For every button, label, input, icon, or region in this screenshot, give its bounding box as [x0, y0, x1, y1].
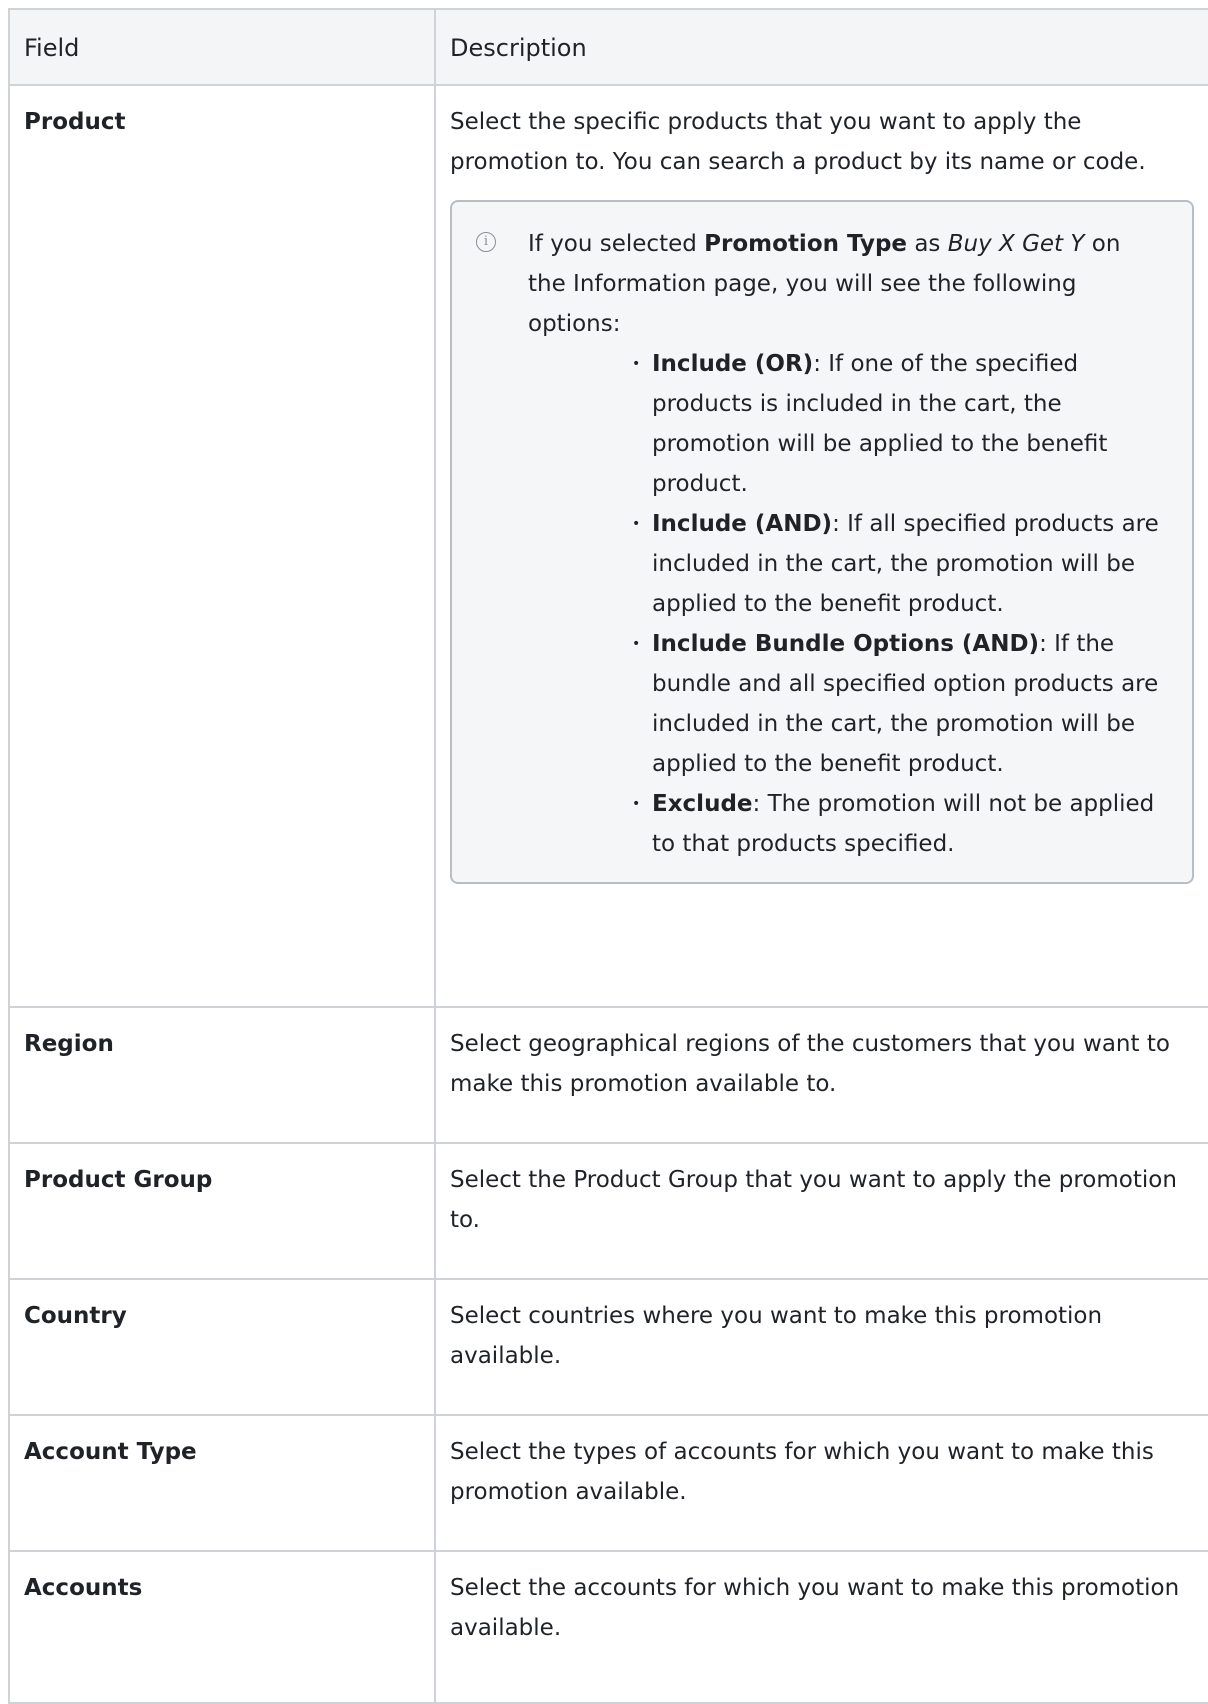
info-circle-icon: i [476, 232, 496, 252]
list-item: Include (OR): If one of the specified pr… [632, 344, 1164, 504]
table-row: Account Type Select the types of account… [8, 1414, 1208, 1552]
note-prefix: If you selected [528, 231, 705, 257]
field-description: Select the accounts for which you want t… [434, 1550, 1208, 1704]
option-term: Include Bundle Options (AND) [652, 631, 1040, 657]
header-field: Field [8, 8, 436, 86]
table-row: Product Group Select the Product Group t… [8, 1142, 1208, 1280]
field-name: Country [8, 1278, 436, 1416]
option-term: Exclude [652, 791, 753, 817]
table-row: Product Select the specific products tha… [8, 84, 1208, 1008]
field-description-table: Field Description Product Select the spe… [8, 8, 1208, 1704]
field-name: Region [8, 1006, 436, 1144]
note-options-list: Include (OR): If one of the specified pr… [528, 344, 1164, 864]
option-term: Include (AND) [652, 511, 833, 537]
field-description: Select the Product Group that you want t… [434, 1142, 1208, 1280]
field-description-cell: Select the specific products that you wa… [434, 84, 1208, 1008]
table-row: Region Select geographical regions of th… [8, 1006, 1208, 1144]
note-italic-term: Buy X Get Y [947, 231, 1085, 257]
field-description: Select geographical regions of the custo… [434, 1006, 1208, 1144]
field-description: Select countries where you want to make … [434, 1278, 1208, 1416]
field-description: Select the types of accounts for which y… [434, 1414, 1208, 1552]
field-name: Account Type [8, 1414, 436, 1552]
field-description: Select the specific products that you wa… [450, 109, 1146, 175]
list-item: Include (AND): If all specified products… [632, 504, 1164, 624]
table-row: Accounts Select the accounts for which y… [8, 1550, 1208, 1704]
note-bold-term: Promotion Type [704, 231, 908, 257]
table-header-row: Field Description [8, 8, 1208, 86]
list-item: Exclude: The promotion will not be appli… [632, 784, 1164, 864]
field-name: Product [8, 84, 436, 1008]
field-name: Accounts [8, 1550, 436, 1704]
info-note-text: If you selected Promotion Type as Buy X … [528, 224, 1164, 864]
note-mid: as [907, 231, 948, 257]
table-row: Country Select countries where you want … [8, 1278, 1208, 1416]
option-term: Include (OR) [652, 351, 814, 377]
field-name: Product Group [8, 1142, 436, 1280]
list-item: Include Bundle Options (AND): If the bun… [632, 624, 1164, 784]
header-description: Description [434, 8, 1208, 86]
info-note: i If you selected Promotion Type as Buy … [450, 200, 1194, 884]
